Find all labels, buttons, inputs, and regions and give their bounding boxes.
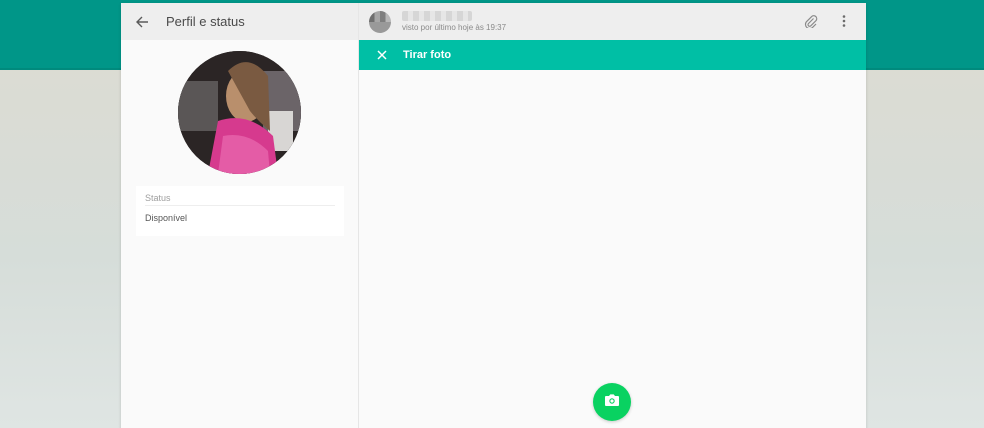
close-icon[interactable] [376, 49, 388, 61]
profile-header: Perfil e status [121, 3, 358, 40]
paperclip-icon[interactable] [804, 14, 818, 28]
profile-title: Perfil e status [166, 14, 245, 29]
capture-photo-button[interactable] [593, 383, 631, 421]
app-window: Perfil e status Status Disponível visto … [121, 3, 866, 428]
contact-name-pixelated [402, 11, 472, 21]
camera-icon [604, 393, 620, 412]
chat-header[interactable]: visto por último hoje às 19:37 [359, 3, 866, 40]
arrow-left-icon[interactable] [135, 15, 149, 29]
status-label: Status [145, 193, 171, 203]
take-photo-title: Tirar foto [403, 49, 452, 61]
status-card[interactable]: Status Disponível [136, 186, 344, 236]
contact-avatar[interactable] [369, 10, 391, 33]
chat-pane: visto por último hoje às 19:37 Tirar fot… [359, 3, 866, 428]
profile-pane: Perfil e status Status Disponível [121, 3, 359, 428]
contact-last-seen: visto por último hoje às 19:37 [402, 23, 507, 32]
more-vert-icon[interactable] [837, 14, 851, 28]
header-actions [804, 14, 851, 28]
take-photo-bar: Tirar foto [359, 40, 866, 70]
status-value[interactable]: Disponível [136, 206, 344, 223]
profile-photo[interactable] [178, 51, 301, 174]
contact-info[interactable]: visto por último hoje às 19:37 [402, 11, 506, 32]
